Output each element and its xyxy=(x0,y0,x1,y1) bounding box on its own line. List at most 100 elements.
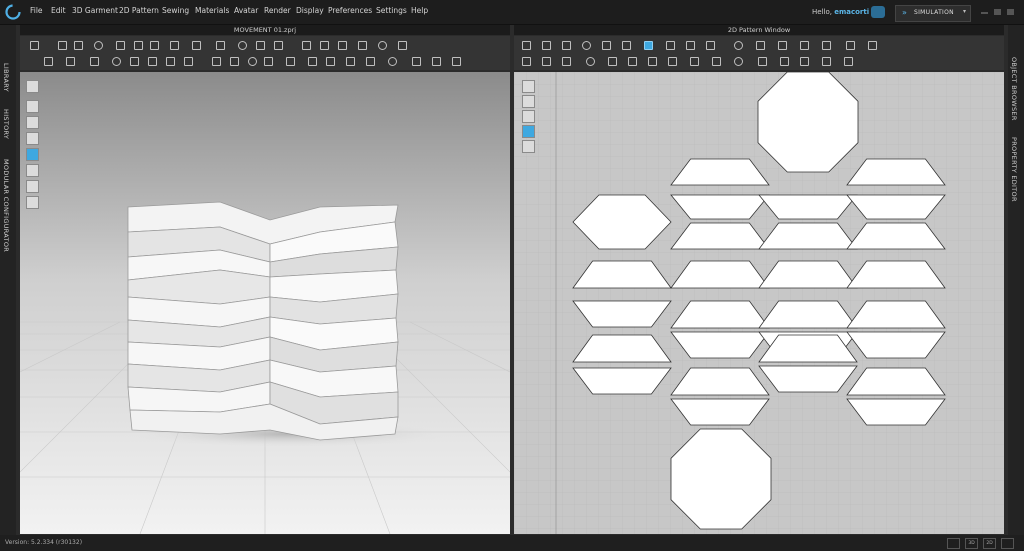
cloud-icon[interactable] xyxy=(871,6,885,18)
tb3d-tool-0-7-icon[interactable] xyxy=(168,39,179,50)
menu-help[interactable]: Help xyxy=(411,6,428,15)
tb2d-tool-1-1-icon[interactable] xyxy=(540,55,551,66)
tb3d-tool-1-0-icon[interactable] xyxy=(42,55,53,66)
tb3d-tool-0-6-icon[interactable] xyxy=(148,39,159,50)
tb3d-tool-1-18-icon[interactable] xyxy=(410,55,421,66)
view-button-2d[interactable]: 2D xyxy=(983,538,996,549)
tb3d-tool-0-3-icon[interactable] xyxy=(92,39,103,50)
menu-avatar[interactable]: Avatar xyxy=(234,6,258,15)
tb2d-tool-0-16-icon[interactable] xyxy=(866,39,877,50)
tb3d-tool-1-4-icon[interactable] xyxy=(128,55,139,66)
tb2d-tool-1-2-icon[interactable] xyxy=(560,55,571,66)
tb2d-tool-0-7-icon[interactable] xyxy=(664,39,675,50)
tb3d-tool-0-13-icon[interactable] xyxy=(300,39,311,50)
tb3d-tool-0-12-icon[interactable] xyxy=(272,39,283,50)
tb3d-tool-0-2-icon[interactable] xyxy=(72,39,83,50)
menu-2d-pattern[interactable]: 2D Pattern xyxy=(119,6,159,15)
pattern-tool-5-icon[interactable] xyxy=(522,140,535,153)
tb3d-tool-1-15-icon[interactable] xyxy=(344,55,355,66)
tb2d-tool-1-12-icon[interactable] xyxy=(778,55,789,66)
username[interactable]: emacorti xyxy=(834,8,869,16)
pattern-tool-3-icon[interactable] xyxy=(522,110,535,123)
tb3d-tool-1-12-icon[interactable] xyxy=(284,55,295,66)
tb2d-tool-1-4-icon[interactable] xyxy=(606,55,617,66)
pattern-octagon-top[interactable] xyxy=(757,72,859,173)
tb2d-tool-1-6-icon[interactable] xyxy=(646,55,657,66)
pattern-octagon-bottom[interactable] xyxy=(670,428,772,530)
tb3d-tool-1-7-icon[interactable] xyxy=(182,55,193,66)
view-button-1[interactable] xyxy=(947,538,960,549)
view-tool-8-icon[interactable] xyxy=(26,196,39,209)
tb3d-tool-1-10-icon[interactable] xyxy=(246,55,257,66)
tb3d-tool-1-9-icon[interactable] xyxy=(228,55,239,66)
tb3d-tool-0-8-icon[interactable] xyxy=(190,39,201,50)
tb3d-tool-0-18-icon[interactable] xyxy=(396,39,407,50)
tb2d-tool-0-0-icon[interactable] xyxy=(520,39,531,50)
tb2d-tool-1-11-icon[interactable] xyxy=(756,55,767,66)
menu-preferences[interactable]: Preferences xyxy=(328,6,372,15)
tb3d-tool-1-13-icon[interactable] xyxy=(306,55,317,66)
tab-object-browser[interactable]: OBJECT BROWSER xyxy=(1010,57,1018,121)
tb3d-tool-1-19-icon[interactable] xyxy=(430,55,441,66)
menu-settings[interactable]: Settings xyxy=(376,6,407,15)
pattern-tool-1-icon[interactable] xyxy=(522,80,535,93)
tb2d-tool-0-6-icon[interactable] xyxy=(642,39,653,50)
tb2d-tool-0-11-icon[interactable] xyxy=(754,39,765,50)
view-button-4[interactable] xyxy=(1001,538,1014,549)
minimize-button[interactable] xyxy=(981,12,988,14)
tb3d-tool-1-20-icon[interactable] xyxy=(450,55,461,66)
tb3d-tool-0-17-icon[interactable] xyxy=(376,39,387,50)
tb3d-tool-0-10-icon[interactable] xyxy=(236,39,247,50)
pattern-tool-4-icon[interactable] xyxy=(522,125,535,138)
tb3d-tool-0-15-icon[interactable] xyxy=(336,39,347,50)
tb3d-tool-1-8-icon[interactable] xyxy=(210,55,221,66)
tb3d-tool-0-9-icon[interactable] xyxy=(214,39,225,50)
tb2d-tool-1-9-icon[interactable] xyxy=(710,55,721,66)
view-tool-2-icon[interactable] xyxy=(26,100,39,113)
menu-display[interactable]: Display xyxy=(296,6,324,15)
close-button[interactable] xyxy=(1007,9,1014,15)
tb3d-tool-1-11-icon[interactable] xyxy=(262,55,273,66)
tb3d-tool-0-16-icon[interactable] xyxy=(356,39,367,50)
view-tool-4-icon[interactable] xyxy=(26,132,39,145)
tab-history[interactable]: HISTORY xyxy=(2,109,10,139)
tb2d-tool-0-3-icon[interactable] xyxy=(580,39,591,50)
maximize-button[interactable] xyxy=(994,9,1001,15)
tb2d-tool-0-5-icon[interactable] xyxy=(620,39,631,50)
tb3d-tool-1-6-icon[interactable] xyxy=(164,55,175,66)
tab-property-editor[interactable]: PROPERTY EDITOR xyxy=(1010,137,1018,202)
pattern-tool-2-icon[interactable] xyxy=(522,95,535,108)
tb2d-tool-0-14-icon[interactable] xyxy=(820,39,831,50)
tb2d-tool-0-8-icon[interactable] xyxy=(684,39,695,50)
menu-sewing[interactable]: Sewing xyxy=(162,6,189,15)
viewport-3d[interactable] xyxy=(20,72,510,534)
tb3d-tool-1-3-icon[interactable] xyxy=(110,55,121,66)
view-tool-1-icon[interactable] xyxy=(26,80,39,93)
tb2d-tool-1-7-icon[interactable] xyxy=(666,55,677,66)
tb3d-tool-1-1-icon[interactable] xyxy=(64,55,75,66)
tb2d-tool-1-13-icon[interactable] xyxy=(798,55,809,66)
tb2d-tool-1-10-icon[interactable] xyxy=(732,55,743,66)
simulation-mode-dropdown[interactable]: » SIMULATION ▾ xyxy=(895,5,971,22)
tb3d-tool-1-5-icon[interactable] xyxy=(146,55,157,66)
tb2d-tool-1-8-icon[interactable] xyxy=(688,55,699,66)
view-tool-6-icon[interactable] xyxy=(26,164,39,177)
tb2d-tool-0-4-icon[interactable] xyxy=(600,39,611,50)
tb2d-tool-1-0-icon[interactable] xyxy=(520,55,531,66)
tab-library[interactable]: LIBRARY xyxy=(2,63,10,92)
tb2d-tool-1-3-icon[interactable] xyxy=(584,55,595,66)
tb2d-tool-1-14-icon[interactable] xyxy=(820,55,831,66)
view-tool-7-icon[interactable] xyxy=(26,180,39,193)
tb2d-tool-0-2-icon[interactable] xyxy=(560,39,571,50)
tb2d-tool-0-12-icon[interactable] xyxy=(776,39,787,50)
view-tool-3-icon[interactable] xyxy=(26,116,39,129)
menu-file[interactable]: File xyxy=(30,6,43,15)
tb2d-tool-0-15-icon[interactable] xyxy=(844,39,855,50)
tb3d-tool-0-5-icon[interactable] xyxy=(132,39,143,50)
menu-edit[interactable]: Edit xyxy=(51,6,66,15)
tb3d-tool-0-1-icon[interactable] xyxy=(56,39,67,50)
tb3d-tool-1-14-icon[interactable] xyxy=(324,55,335,66)
tb2d-tool-0-1-icon[interactable] xyxy=(540,39,551,50)
view-tool-5-icon[interactable] xyxy=(26,148,39,161)
tb3d-tool-0-11-icon[interactable] xyxy=(254,39,265,50)
